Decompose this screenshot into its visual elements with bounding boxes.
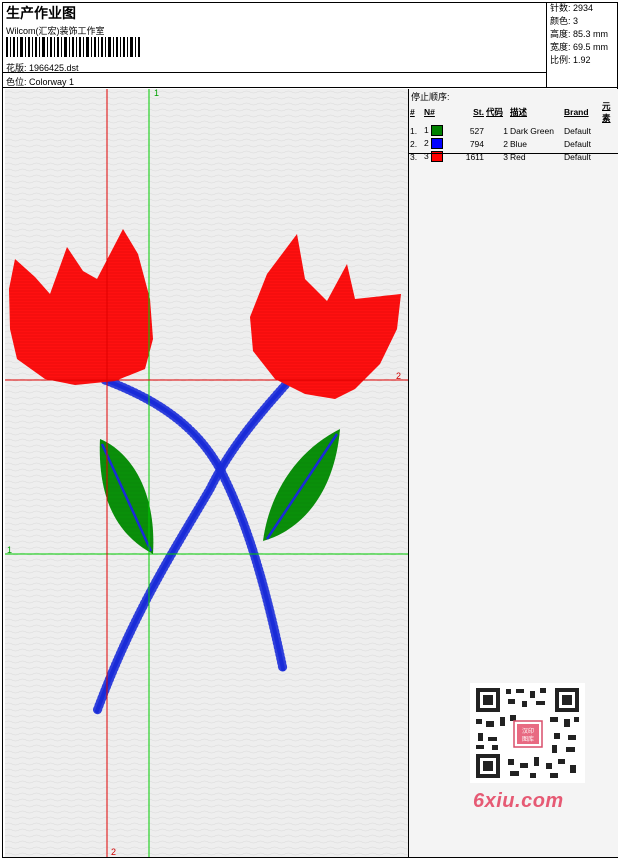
row-description: Blue xyxy=(510,138,528,149)
guide-label-red-bottom: 2 xyxy=(111,847,117,857)
row-code: 1 xyxy=(503,125,508,136)
row-code: 3 xyxy=(503,151,508,162)
row-brand: Default xyxy=(564,125,591,136)
row-index: 3. xyxy=(410,151,418,162)
svg-text:汉印: 汉印 xyxy=(522,727,534,735)
barcode xyxy=(6,37,140,57)
col-description: 描述 xyxy=(510,107,528,117)
stitch-count: 针数: 2934 xyxy=(550,3,594,13)
row-index: 2. xyxy=(410,138,418,149)
qr-code: 汉印 图库 xyxy=(470,683,585,783)
col-code: 代码 xyxy=(486,107,504,117)
header-divider xyxy=(2,72,546,73)
row-needle: 1 xyxy=(424,124,429,135)
row-description: Dark Green xyxy=(510,125,554,136)
row-index: 1. xyxy=(410,125,418,136)
watermark-logo: 6xiu.com xyxy=(473,790,564,812)
page-title: 生产作业图 xyxy=(6,5,76,21)
table-row: 1. 1 527 1 Dark Green Default xyxy=(409,124,618,137)
embroidery-preview xyxy=(5,89,408,857)
table-row: 3. 3 1611 3 Red Default xyxy=(409,150,618,163)
scale-ratio: 比例: 1.92 xyxy=(550,55,591,65)
row-stitches: 1611 xyxy=(465,151,484,162)
design-canvas: 1 2 1 2 xyxy=(5,88,409,857)
guide-label-red-right: 2 xyxy=(396,371,402,381)
color-swatch xyxy=(431,125,444,137)
color-count: 颜色: 3 xyxy=(550,16,579,26)
row-stitches: 527 xyxy=(469,125,484,136)
row-description: Red xyxy=(510,151,526,162)
design-width: 宽度: 69.5 mm xyxy=(550,42,609,52)
col-stitches: St. xyxy=(473,107,484,117)
row-needle: 2 xyxy=(424,137,429,148)
design-height: 高度: 85.3 mm xyxy=(550,29,609,39)
col-needle: N# xyxy=(424,107,435,117)
table-row: 2. 2 794 2 Blue Default xyxy=(409,137,618,150)
colorway-label: 色位: Colorway 1 xyxy=(6,77,75,87)
company-name: Wilcom(汇宏)装饰工作室 xyxy=(6,26,105,36)
panel-divider xyxy=(409,153,618,154)
col-brand: Brand xyxy=(564,107,589,117)
guide-label-green-top: 1 xyxy=(154,88,160,98)
row-stitches: 794 xyxy=(469,138,484,149)
guide-label-green-left: 1 xyxy=(7,545,13,555)
row-brand: Default xyxy=(564,151,591,162)
row-code: 2 xyxy=(503,138,508,149)
color-swatch xyxy=(431,138,444,150)
svg-text:图库: 图库 xyxy=(522,735,534,743)
col-index: # xyxy=(410,107,415,117)
row-brand: Default xyxy=(564,138,591,149)
col-element: 元素 xyxy=(602,101,611,123)
stats-box: 针数: 2934 颜色: 3 高度: 85.3 mm 宽度: 69.5 mm 比… xyxy=(546,2,618,88)
